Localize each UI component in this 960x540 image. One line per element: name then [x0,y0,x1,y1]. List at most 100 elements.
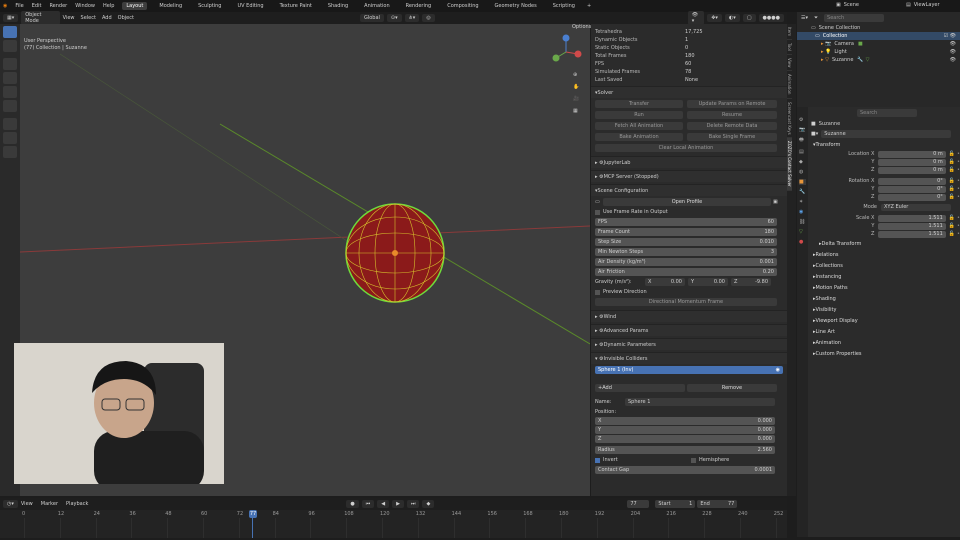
add-cube-tool-icon[interactable] [3,146,17,158]
transform-tool-icon[interactable] [3,100,17,112]
invert-checkbox[interactable] [595,457,600,463]
run-button[interactable]: Run [595,111,683,119]
transform-orientation-dropdown[interactable]: Global [359,14,384,22]
scale-value-field[interactable]: 1.511 [878,214,946,222]
lock-icon[interactable]: 🔓 [949,223,955,229]
collider-visibility-icon[interactable]: ◉ [776,367,780,373]
resume-button[interactable]: Resume [687,111,777,119]
workspace-tab-animation[interactable]: Animation [360,2,394,10]
collider-list-item[interactable]: Sphere 1 (Inv) ◉ [595,366,783,374]
bake-animation-button[interactable]: Bake Animation [595,133,683,141]
menu-edit[interactable]: Edit [32,3,42,9]
dynamic-parameters-panel-header[interactable]: ▸ ⚙ Dynamic Parameters [591,338,787,350]
folder-icon[interactable]: ▭ [595,199,603,205]
open-profile-button[interactable]: Open Profile [603,198,771,206]
advanced-params-panel-header[interactable]: ▸ ⚙ Advanced Params [591,324,787,336]
save-profile-icon[interactable]: ▣ [773,199,778,205]
menu-help[interactable]: Help [103,3,114,9]
scene-props-icon[interactable]: ◆ [799,159,806,165]
camera-view-icon[interactable]: 🎥 [573,96,579,102]
lock-icon[interactable]: 🔓 [949,231,955,237]
scene-configuration-header[interactable]: ▾ Scene Configuration [591,184,787,196]
gravity-z-field[interactable]: Z -9.80 [731,278,771,286]
tab-tool[interactable]: Tool [787,40,792,55]
position-field[interactable]: Z 0.000 [595,435,775,443]
xray-icon[interactable]: ▢ [742,14,756,22]
hemisphere-checkbox[interactable] [691,457,696,463]
config-field[interactable]: FPS 60 [595,218,777,226]
tool-props-icon[interactable]: ⚙ [799,117,806,123]
properties-search-input[interactable]: Search [857,109,917,117]
overlays-icon[interactable]: ◐▾ [724,14,740,22]
navigation-gizmo[interactable] [552,34,582,62]
snap-icon[interactable]: ⋔▾ [404,14,420,22]
outliner-editor-icon[interactable]: ☰▾ [801,15,808,21]
property-section-header[interactable]: ▸ Shading [811,293,960,304]
mcp-server-panel-header[interactable]: ▸ ⚙ MCP Server (Stopped) [591,170,787,182]
property-section-header[interactable]: ▸ Animation [811,337,960,348]
radius-field[interactable]: Radius 2.560 [595,446,775,454]
rotation-value-field[interactable]: 0° [878,185,946,193]
options-button[interactable]: Options [572,24,591,30]
config-field[interactable]: Air Friction 0.20 [595,268,777,276]
end-frame-field[interactable]: End 77 [697,500,738,508]
outliner-search-input[interactable]: Search [824,14,885,22]
cursor-tool-icon[interactable] [3,40,17,52]
visibility-icon[interactable]: 👁▾ [687,11,705,25]
property-section-header[interactable]: ▸ Motion Paths [811,282,960,293]
view-layer-selector[interactable]: ViewLayer [914,2,940,8]
property-section-header[interactable]: ▸ Instancing [811,271,960,282]
solver-section-header[interactable]: ▾ Solver [591,86,787,98]
constraints-props-icon[interactable]: ⛓ [799,219,806,225]
property-section-header[interactable]: ▸ Line Art [811,326,960,337]
contact-gap-field[interactable]: Contact Gap 0.0001 [595,466,775,474]
rotation-mode-dropdown[interactable]: XYZ Euler [881,203,951,211]
timeline-menu-marker[interactable]: Marker [41,501,58,507]
play-icon[interactable]: ▶ [392,500,404,508]
workspace-tab-layout[interactable]: Layout [122,2,148,10]
property-section-header[interactable]: ▸ Relations [811,249,960,260]
workspace-tab-shading[interactable]: Shading [324,2,352,10]
tab-item[interactable]: Item [787,24,792,41]
perspective-toggle-icon[interactable]: ▦ [573,108,578,114]
location-value-field[interactable]: 0 m [878,166,946,174]
preview-direction-checkbox[interactable] [595,289,600,295]
menu-window[interactable]: Window [75,3,95,9]
blender-logo-icon[interactable]: ◉ [3,3,7,9]
fetch-all-animation-button[interactable]: Fetch All Animation [595,122,683,130]
object-mode-dropdown[interactable]: Object Mode [21,11,60,25]
shading-modes-icon[interactable]: ●●●● [758,14,784,22]
use-frame-rate-checkbox[interactable] [595,209,600,215]
camera-visibility-icon[interactable]: 👁 [950,41,956,47]
rotation-value-field[interactable]: 0° [878,193,946,201]
position-field[interactable]: Y 0.000 [595,426,775,434]
config-field[interactable]: Frame Count 180 [595,228,777,236]
rotate-tool-icon[interactable] [3,72,17,84]
menu-file[interactable]: File [15,3,23,9]
editor-type-button[interactable]: ▦▾ [3,14,19,22]
invisible-colliders-panel-header[interactable]: ▾ ⚙ Invisible Colliders [591,352,787,364]
rotation-value-field[interactable]: 0° [878,177,946,185]
light-visibility-icon[interactable]: 👁 [950,49,956,55]
workspace-tab-geometry-nodes[interactable]: Geometry Nodes [491,2,541,10]
viewport-menu-object[interactable]: Object [118,15,134,21]
property-section-header[interactable]: ▸ Collections [811,260,960,271]
delete-remote-data-button[interactable]: Delete Remote Data [687,122,777,130]
tab-screencast-keys[interactable]: Screencast Keys [787,99,792,139]
modifier-props-icon[interactable]: 🔧 [799,189,806,195]
object-name-field[interactable]: Suzanne [821,130,952,138]
output-props-icon[interactable]: 🖶 [799,137,806,145]
playhead[interactable]: 77 [249,510,257,518]
lock-icon[interactable]: 🔓 [949,194,955,200]
scene-collection-label[interactable]: Scene Collection [819,25,861,31]
property-section-header[interactable]: ▸ Viewport Display [811,315,960,326]
viewport-menu-select[interactable]: Select [81,15,96,21]
transfer-button[interactable]: Transfer [595,100,683,108]
workspace-tab-rendering[interactable]: Rendering [402,2,436,10]
outliner-item-suzanne[interactable]: Suzanne [832,57,853,63]
pan-hand-icon[interactable]: ✋ [573,84,579,90]
workspace-tab-scripting[interactable]: Scripting [549,2,579,10]
delta-transform-header[interactable]: ▸ Delta Transform [811,238,960,249]
timeline-editor-type-icon[interactable]: ◷▾ [3,500,18,508]
clear-local-animation-button[interactable]: Clear Local Animation [595,144,777,152]
